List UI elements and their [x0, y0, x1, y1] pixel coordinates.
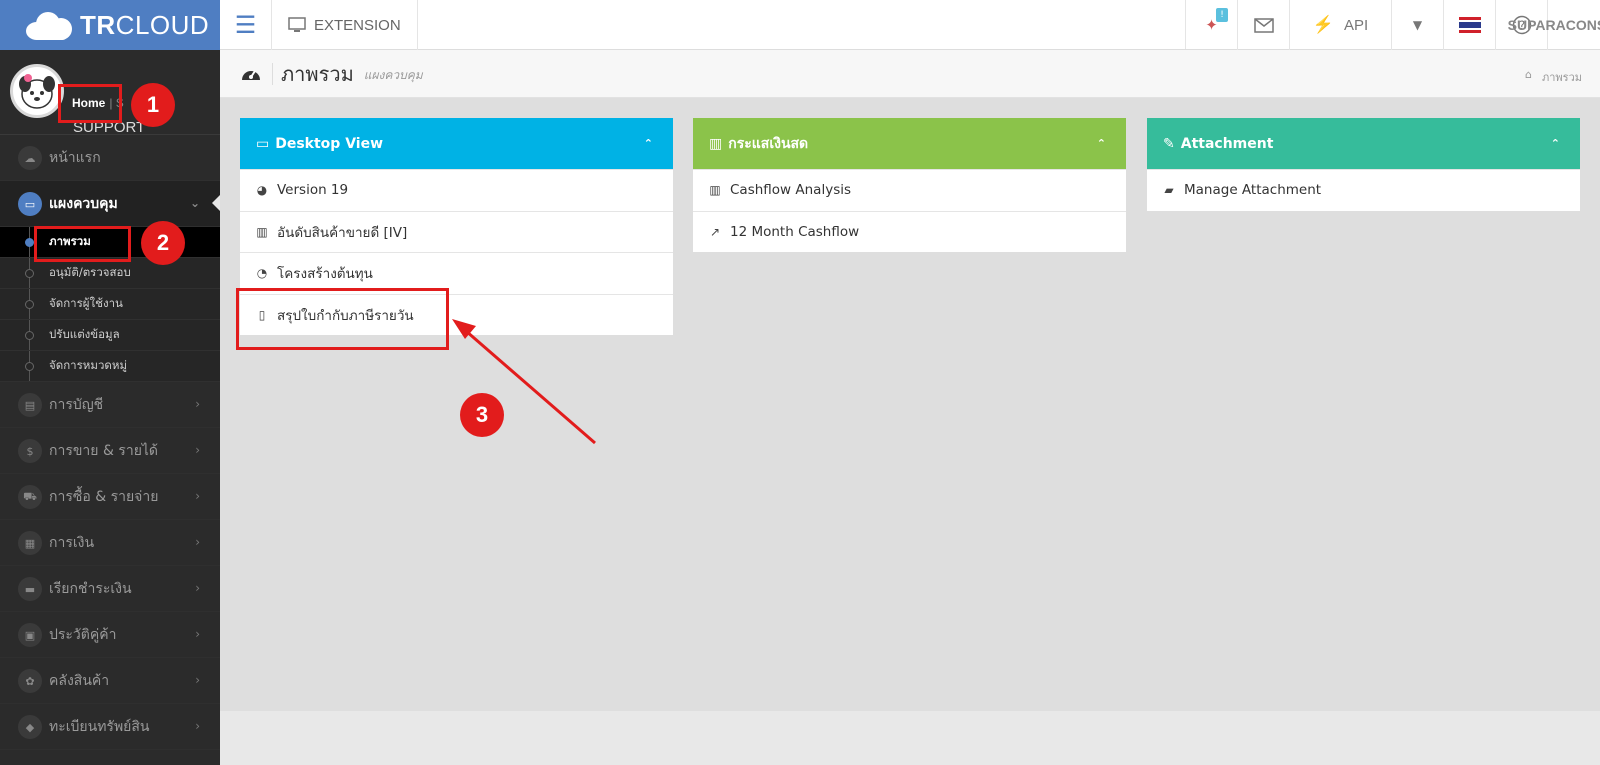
- annotation-arrow: [452, 319, 596, 445]
